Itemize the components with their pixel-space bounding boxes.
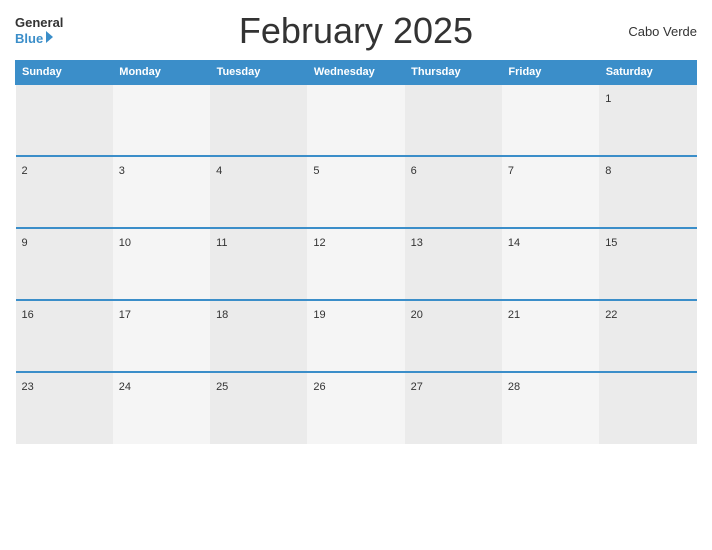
day-cell-8: 8 — [599, 156, 696, 228]
week-row-5: 23 24 25 26 27 28 — [16, 372, 697, 444]
empty-cell-w0-d2 — [210, 84, 307, 156]
day-number-16: 16 — [22, 309, 34, 321]
day-cell-21: 21 — [502, 300, 599, 372]
day-number-14: 14 — [508, 237, 520, 249]
day-number-8: 8 — [605, 165, 611, 177]
week-row-3: 9 10 11 12 13 14 15 — [16, 228, 697, 300]
day-cell-17: 17 — [113, 300, 210, 372]
empty-cell-w0-d4 — [405, 84, 502, 156]
day-cell-1: 1 — [599, 84, 696, 156]
empty-cell-w0-d1 — [113, 84, 210, 156]
day-header-row: Sunday Monday Tuesday Wednesday Thursday… — [16, 61, 697, 85]
day-number-27: 27 — [411, 381, 423, 393]
logo-triangle-icon — [46, 31, 53, 43]
day-number-3: 3 — [119, 165, 125, 177]
day-number-18: 18 — [216, 309, 228, 321]
day-cell-7: 7 — [502, 156, 599, 228]
day-cell-4: 4 — [210, 156, 307, 228]
logo-blue-text: Blue — [15, 31, 53, 46]
day-number-19: 19 — [313, 309, 325, 321]
day-number-2: 2 — [22, 165, 28, 177]
logo-blue-word: Blue — [15, 31, 43, 46]
day-number-24: 24 — [119, 381, 131, 393]
day-cell-24: 24 — [113, 372, 210, 444]
day-cell-25: 25 — [210, 372, 307, 444]
day-cell-14: 14 — [502, 228, 599, 300]
day-cell-16: 16 — [16, 300, 113, 372]
day-number-6: 6 — [411, 165, 417, 177]
week-row-1: 1 — [16, 84, 697, 156]
day-number-28: 28 — [508, 381, 520, 393]
empty-cell-w0-d0 — [16, 84, 113, 156]
day-number-22: 22 — [605, 309, 617, 321]
empty-cell-w4-d6 — [599, 372, 696, 444]
header-tuesday: Tuesday — [210, 61, 307, 85]
calendar-title: February 2025 — [105, 10, 607, 52]
day-cell-22: 22 — [599, 300, 696, 372]
day-cell-9: 9 — [16, 228, 113, 300]
header-wednesday: Wednesday — [307, 61, 404, 85]
day-number-17: 17 — [119, 309, 131, 321]
week-row-2: 2 3 4 5 6 7 8 — [16, 156, 697, 228]
day-cell-10: 10 — [113, 228, 210, 300]
day-number-9: 9 — [22, 237, 28, 249]
day-cell-13: 13 — [405, 228, 502, 300]
header-saturday: Saturday — [599, 61, 696, 85]
day-number-12: 12 — [313, 237, 325, 249]
day-cell-3: 3 — [113, 156, 210, 228]
day-number-4: 4 — [216, 165, 222, 177]
day-cell-20: 20 — [405, 300, 502, 372]
logo: General Blue — [15, 16, 105, 45]
day-cell-6: 6 — [405, 156, 502, 228]
day-number-1: 1 — [605, 93, 611, 105]
day-number-23: 23 — [22, 381, 34, 393]
week-row-4: 16 17 18 19 20 21 22 — [16, 300, 697, 372]
header-friday: Friday — [502, 61, 599, 85]
calendar-header: General Blue February 2025 Cabo Verde — [15, 10, 697, 52]
logo-general-text: General — [15, 16, 63, 30]
day-cell-26: 26 — [307, 372, 404, 444]
day-cell-11: 11 — [210, 228, 307, 300]
day-cell-19: 19 — [307, 300, 404, 372]
day-cell-15: 15 — [599, 228, 696, 300]
day-number-10: 10 — [119, 237, 131, 249]
day-number-25: 25 — [216, 381, 228, 393]
day-cell-2: 2 — [16, 156, 113, 228]
day-number-11: 11 — [216, 237, 227, 249]
calendar-container: General Blue February 2025 Cabo Verde Su… — [0, 0, 712, 550]
header-thursday: Thursday — [405, 61, 502, 85]
day-cell-23: 23 — [16, 372, 113, 444]
header-monday: Monday — [113, 61, 210, 85]
day-cell-12: 12 — [307, 228, 404, 300]
day-number-13: 13 — [411, 237, 423, 249]
day-cell-5: 5 — [307, 156, 404, 228]
day-number-7: 7 — [508, 165, 514, 177]
empty-cell-w0-d3 — [307, 84, 404, 156]
country-label: Cabo Verde — [607, 24, 697, 39]
day-number-21: 21 — [508, 309, 520, 321]
day-cell-27: 27 — [405, 372, 502, 444]
day-cell-18: 18 — [210, 300, 307, 372]
calendar-table: Sunday Monday Tuesday Wednesday Thursday… — [15, 60, 697, 444]
empty-cell-w0-d5 — [502, 84, 599, 156]
day-number-15: 15 — [605, 237, 617, 249]
day-number-26: 26 — [313, 381, 325, 393]
day-cell-28: 28 — [502, 372, 599, 444]
day-number-20: 20 — [411, 309, 423, 321]
day-number-5: 5 — [313, 165, 319, 177]
header-sunday: Sunday — [16, 61, 113, 85]
